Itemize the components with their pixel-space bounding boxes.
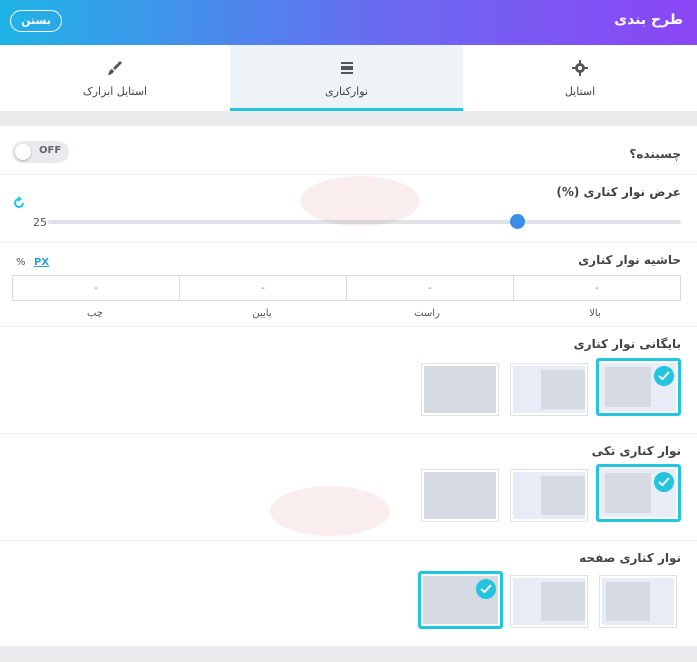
single-sidebar-label: نوار کناری تکی (591, 444, 681, 458)
reset-icon[interactable] (12, 196, 26, 210)
divider (0, 540, 697, 541)
sidebar-width-label: عرض نوار کناری (%) (556, 185, 681, 199)
layout-option-left-sidebar[interactable] (510, 575, 588, 628)
brush-icon (108, 61, 122, 75)
layout-option-no-sidebar[interactable] (418, 571, 503, 629)
panel-title: طرح بندی (614, 12, 683, 28)
padding-left-label: چپ (86, 308, 103, 319)
watermark-logo (300, 176, 420, 226)
toggle-knob (15, 144, 31, 160)
sticky-toggle[interactable]: OFF (12, 141, 69, 163)
check-icon (654, 472, 674, 492)
watermark-logo (270, 486, 390, 536)
padding-bottom-input[interactable]: - (180, 276, 347, 300)
sticky-label: چسبنده؟ (629, 147, 681, 161)
panel-header: طرح بندی بستن (0, 0, 697, 45)
padding-bottom-label: پایین (252, 308, 272, 319)
tab-bar: استایل نوارکناری استایل ابزارک (0, 45, 697, 111)
layout-option-left-sidebar[interactable] (510, 469, 588, 522)
check-icon (476, 579, 496, 599)
tab-sidebar-label: نوارکناری (325, 85, 368, 98)
layout-option-right-sidebar[interactable] (596, 358, 681, 416)
tab-widget-style[interactable]: استایل ابزارک (0, 45, 230, 111)
layout-option-right-sidebar[interactable] (596, 464, 681, 522)
tab-style-label: استایل (564, 85, 596, 98)
sidebar-width-slider[interactable] (48, 220, 681, 224)
close-button[interactable]: بستن (10, 10, 62, 32)
archive-sidebar-label: بایگانی نوار کناری (573, 337, 681, 351)
layout-option-left-sidebar[interactable] (510, 363, 588, 416)
padding-right-label: راست (414, 308, 440, 319)
layout-option-right-sidebar[interactable] (599, 575, 677, 628)
toggle-state-text: OFF (39, 145, 62, 156)
gear-icon (572, 60, 588, 76)
divider (0, 174, 697, 175)
padding-top-input[interactable]: - (514, 276, 680, 300)
padding-right-input[interactable]: - (347, 276, 514, 300)
sidebar-icon (340, 62, 353, 74)
divider (0, 433, 697, 434)
tab-style[interactable]: استایل (463, 45, 697, 111)
sidebar-padding-label: حاشیه نوار کناری (578, 253, 681, 267)
divider (0, 242, 697, 243)
slider-thumb[interactable] (510, 214, 525, 229)
unit-px[interactable]: PX (34, 257, 49, 268)
section-gap (0, 111, 697, 126)
divider (0, 326, 697, 327)
settings-panel: چسبنده؟ OFF عرض نوار کناری (%) 25 حاشیه … (0, 126, 697, 646)
page-sidebar-label: نوار کناری صفحه (579, 551, 681, 565)
padding-fields: - - - - (12, 275, 681, 301)
tab-sidebar[interactable]: نوارکناری (230, 45, 463, 111)
padding-left-input[interactable]: - (13, 276, 180, 300)
layout-option-no-sidebar[interactable] (421, 469, 499, 522)
check-icon (654, 366, 674, 386)
layout-option-no-sidebar[interactable] (421, 363, 499, 416)
unit-percent[interactable]: % (16, 257, 26, 268)
padding-top-label: بالا (589, 308, 601, 319)
sidebar-width-value: 25 (33, 216, 47, 229)
tab-widget-style-label: استایل ابزارک (82, 85, 148, 98)
